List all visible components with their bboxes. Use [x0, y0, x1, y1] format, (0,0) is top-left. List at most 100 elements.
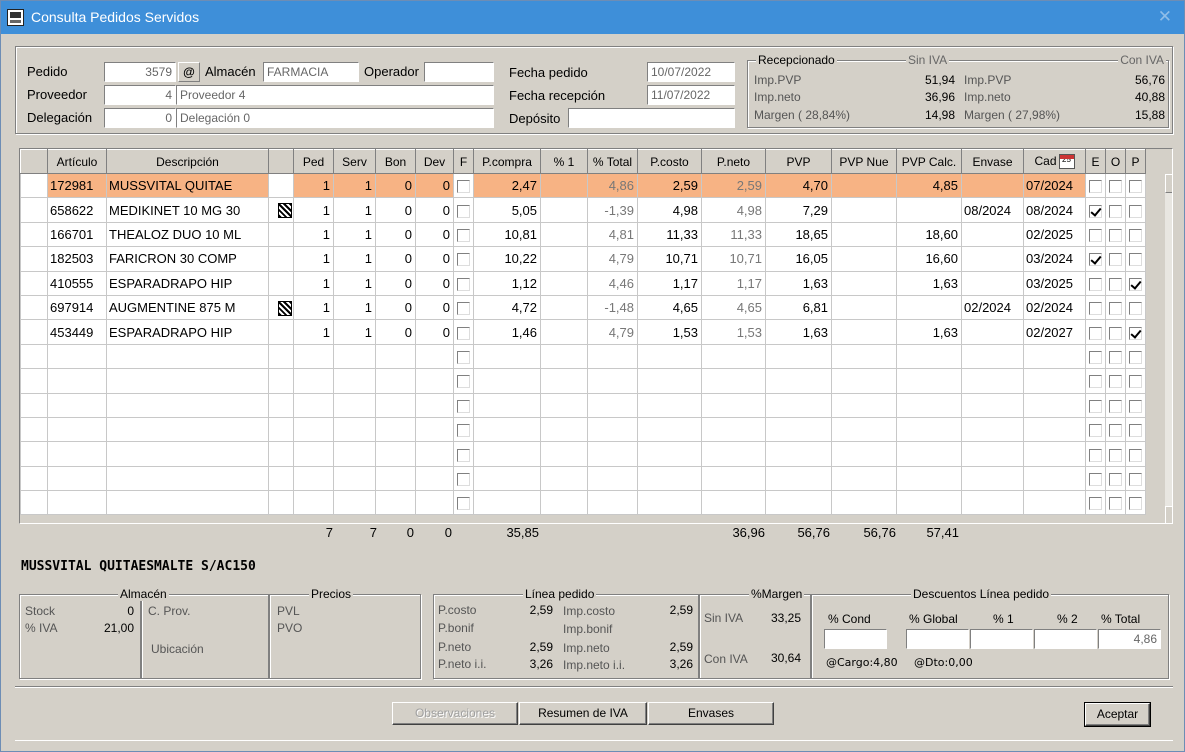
scroll-up-icon[interactable]: ▲: [1165, 174, 1172, 193]
table-row[interactable]: [20, 392, 1146, 418]
scroll-down-icon[interactable]: ▼: [1165, 506, 1172, 523]
row-selector[interactable]: [20, 392, 48, 418]
calendar-icon[interactable]: 25: [1058, 154, 1075, 170]
p1-input[interactable]: [970, 629, 1033, 649]
p-checkbox[interactable]: [1129, 448, 1142, 462]
delegacion-name-field[interactable]: Delegación 0: [176, 108, 494, 128]
row-selector[interactable]: [20, 465, 48, 492]
f-checkbox[interactable]: [457, 204, 470, 218]
f-checkbox[interactable]: [457, 497, 470, 511]
column-header-e[interactable]: E: [1085, 149, 1106, 174]
p-checkbox[interactable]: [1129, 180, 1142, 194]
o-checkbox[interactable]: [1109, 375, 1122, 389]
f-checkbox[interactable]: [457, 229, 470, 242]
f-checkbox[interactable]: [457, 472, 470, 486]
column-header-pvp[interactable]: PVP: [765, 149, 832, 174]
row-selector[interactable]: [20, 197, 48, 223]
table-row[interactable]: 172981 MUSSVITAL QUITAE 1 1 0 0 2,47 4,86 2,59 2,…: [20, 172, 1146, 199]
o-checkbox[interactable]: [1109, 497, 1122, 511]
p-checkbox[interactable]: [1129, 253, 1142, 267]
e-checkbox[interactable]: [1089, 253, 1102, 267]
p-checkbox[interactable]: [1129, 399, 1142, 413]
fecha-recepcion-field[interactable]: 11/07/2022: [647, 85, 735, 105]
o-checkbox[interactable]: [1109, 424, 1122, 438]
f-checkbox[interactable]: [457, 302, 470, 316]
column-header-dev[interactable]: Dev: [415, 149, 454, 174]
f-checkbox[interactable]: [457, 399, 470, 413]
row-selector[interactable]: [20, 172, 48, 199]
column-header-pcompra[interactable]: P.compra: [473, 149, 541, 174]
column-header-articulo[interactable]: Artículo: [47, 149, 107, 174]
e-checkbox[interactable]: [1089, 277, 1102, 291]
column-header-descripcion[interactable]: Descripción: [106, 149, 269, 174]
o-checkbox[interactable]: [1109, 277, 1122, 291]
f-checkbox[interactable]: [457, 424, 470, 438]
column-header-pcosto[interactable]: P.costo: [637, 149, 702, 174]
o-checkbox[interactable]: [1109, 180, 1122, 194]
row-selector[interactable]: [20, 441, 48, 467]
table-row[interactable]: 166701 THEALOZ DUO 10 ML 1 1 0 0 10,81 4,81 11,3…: [20, 221, 1146, 248]
o-checkbox[interactable]: [1109, 399, 1122, 413]
p-checkbox[interactable]: [1129, 497, 1142, 511]
row-selector[interactable]: [20, 319, 48, 345]
grid-scrollbar[interactable]: ▲ ▼: [1165, 174, 1172, 523]
column-header-ptotal[interactable]: % Total: [587, 149, 638, 174]
table-row[interactable]: [20, 465, 1146, 492]
row-selector[interactable]: [20, 294, 48, 321]
o-checkbox[interactable]: [1109, 448, 1122, 462]
at-button[interactable]: @: [178, 62, 200, 82]
pedido-field[interactable]: 3579: [104, 62, 176, 82]
p-checkbox[interactable]: [1129, 204, 1142, 218]
e-checkbox[interactable]: [1089, 229, 1102, 242]
table-row[interactable]: 453449 ESPARADRAPO HIP 1 1 0 0 1,46 4,79 1,53 1,5…: [20, 319, 1146, 345]
column-header-p[interactable]: P: [1125, 149, 1146, 174]
column-header-cad[interactable]: Cad 25: [1023, 149, 1086, 174]
f-checkbox[interactable]: [457, 375, 470, 389]
row-selector[interactable]: [20, 368, 48, 394]
f-checkbox[interactable]: [457, 253, 470, 267]
p-checkbox[interactable]: [1129, 326, 1142, 340]
table-row[interactable]: 697914 AUGMENTINE 875 M 1 1 0 0 4,72 -1,48 4,65 4…: [20, 294, 1146, 321]
o-checkbox[interactable]: [1109, 326, 1122, 340]
table-row[interactable]: [20, 416, 1146, 443]
e-checkbox[interactable]: [1089, 204, 1102, 218]
o-checkbox[interactable]: [1109, 204, 1122, 218]
f-checkbox[interactable]: [457, 277, 470, 291]
o-checkbox[interactable]: [1109, 253, 1122, 267]
operador-field[interactable]: [424, 62, 494, 82]
row-selector[interactable]: [20, 416, 48, 443]
e-checkbox[interactable]: [1089, 448, 1102, 462]
column-header-ped[interactable]: Ped: [293, 149, 334, 174]
f-checkbox[interactable]: [457, 350, 470, 364]
e-checkbox[interactable]: [1089, 497, 1102, 511]
table-row[interactable]: 410555 ESPARADRAPO HIP 1 1 0 0 1,12 4,46 1,17 1,1…: [20, 270, 1146, 296]
deposito-field[interactable]: [568, 108, 735, 128]
e-checkbox[interactable]: [1089, 326, 1102, 340]
global-input[interactable]: [906, 629, 969, 649]
row-selector[interactable]: [20, 270, 48, 296]
delegacion-code-field[interactable]: 0: [104, 108, 176, 128]
p-checkbox[interactable]: [1129, 350, 1142, 364]
envases-button[interactable]: Envases: [648, 702, 774, 725]
almacen-field[interactable]: FARMACIA: [263, 62, 359, 82]
row-selector[interactable]: [20, 221, 48, 248]
p-checkbox[interactable]: [1129, 229, 1142, 242]
o-checkbox[interactable]: [1109, 472, 1122, 486]
e-checkbox[interactable]: [1089, 350, 1102, 364]
row-selector[interactable]: [20, 343, 48, 370]
column-header-bon[interactable]: Bon: [375, 149, 416, 174]
p-checkbox[interactable]: [1129, 375, 1142, 389]
p-checkbox[interactable]: [1129, 302, 1142, 316]
column-header-pvpcalc[interactable]: PVP Calc.: [896, 149, 962, 174]
f-checkbox[interactable]: [457, 326, 470, 340]
proveedor-code-field[interactable]: 4: [104, 85, 176, 105]
p2-input[interactable]: [1034, 629, 1097, 649]
column-header-o[interactable]: O: [1105, 149, 1126, 174]
p-checkbox[interactable]: [1129, 424, 1142, 438]
table-row[interactable]: [20, 368, 1146, 394]
total-input[interactable]: 4,86: [1098, 629, 1161, 649]
resumen-iva-button[interactable]: Resumen de IVA: [519, 702, 647, 725]
table-row[interactable]: 182503 FARICRON 30 COMP 1 1 0 0 10,22 4,79 10,71…: [20, 246, 1146, 272]
cond-input[interactable]: [824, 629, 887, 649]
table-row[interactable]: [20, 490, 1146, 516]
